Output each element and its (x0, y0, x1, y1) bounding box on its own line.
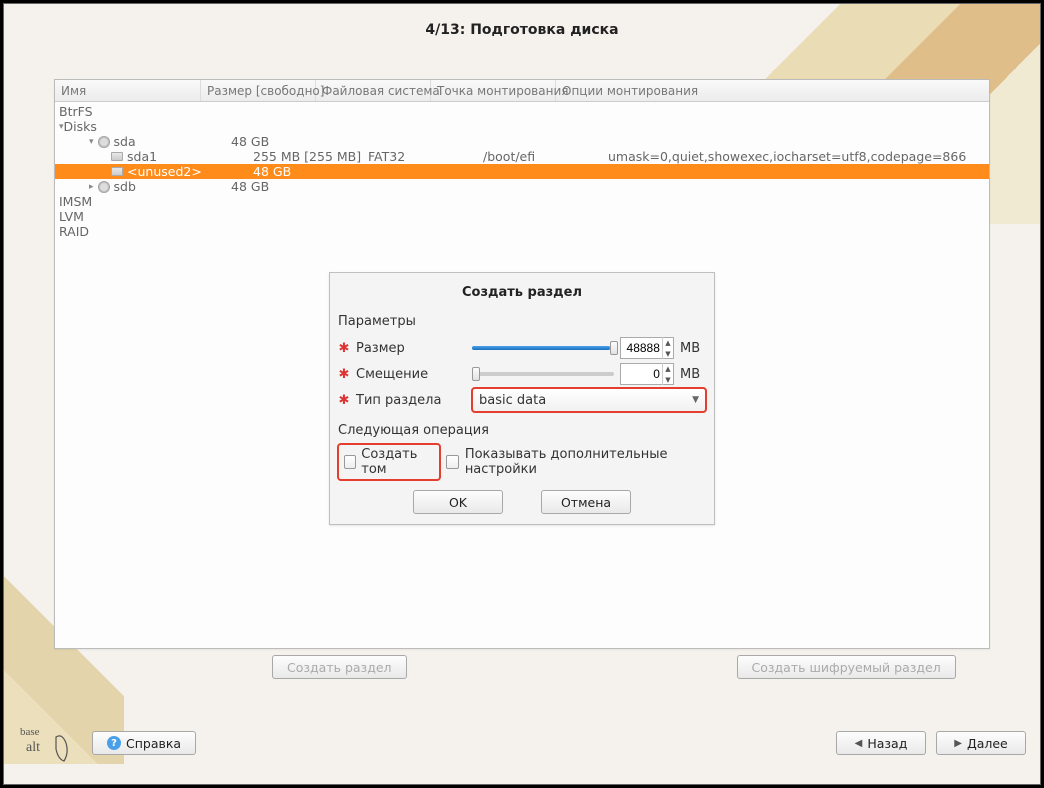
col-header-name[interactable]: Имя (55, 80, 201, 101)
disk-icon (98, 181, 110, 193)
help-button[interactable]: ? Справка (92, 731, 196, 755)
partition-icon (111, 152, 123, 161)
required-marker: ✱ (338, 341, 350, 356)
create-volume-label: Создать том (361, 447, 434, 477)
tree-row-raid[interactable]: RAID (55, 224, 989, 239)
tree-row-sdb[interactable]: ▸sdb 48 GB (55, 179, 989, 194)
tree-row-sda1[interactable]: sda1 255 MB [255 MB] FAT32 /boot/efi uma… (55, 149, 989, 164)
next-op-row: Создать том Показывать дополнительные на… (338, 444, 706, 480)
offset-input[interactable] (621, 367, 662, 381)
next-button[interactable]: ▶ Далее (936, 731, 1026, 755)
partition-icon (111, 167, 123, 176)
required-marker: ✱ (338, 367, 350, 382)
create-partition-button[interactable]: Создать раздел (272, 655, 407, 679)
chevron-left-icon: ◀ (855, 738, 863, 749)
tree-row-disks[interactable]: ▾ Disks (55, 119, 989, 134)
show-advanced-checkbox[interactable] (446, 455, 458, 469)
spin-down-icon[interactable]: ▼ (663, 374, 673, 385)
disk-tree: BtrFS ▾ Disks ▾sda 48 GB sda1 255 MB [25… (55, 102, 989, 239)
offset-spinbox[interactable]: ▲▼ (620, 363, 674, 385)
param-size-row: ✱ Размер ▲▼ MB (338, 335, 706, 361)
size-spinbox[interactable]: ▲▼ (620, 337, 674, 359)
offset-unit: MB (680, 367, 706, 382)
combo-value: basic data (479, 393, 546, 408)
col-header-size[interactable]: Размер [свободно] (201, 80, 316, 101)
offset-slider[interactable] (472, 372, 614, 376)
size-slider[interactable] (472, 346, 614, 350)
create-encrypted-partition-button[interactable]: Создать шифруемый раздел (737, 655, 956, 679)
create-partition-dialog: Создать раздел Параметры ✱ Размер ▲▼ MB (329, 272, 715, 525)
spin-up-icon[interactable]: ▲ (663, 337, 673, 348)
params-label: Параметры (338, 314, 706, 329)
bottom-action-bar: Создать раздел Создать шифруемый раздел (54, 655, 990, 679)
partition-type-combo[interactable]: basic data ▼ (472, 388, 706, 412)
type-label: Тип раздела (356, 393, 466, 408)
param-offset-row: ✱ Смещение ▲▼ MB (338, 361, 706, 387)
size-unit: MB (680, 341, 706, 356)
ok-button[interactable]: OK (413, 490, 503, 514)
expander-icon[interactable]: ▸ (89, 182, 94, 192)
next-operation-label: Следующая операция (338, 423, 706, 438)
param-type-row: ✱ Тип раздела basic data ▼ (338, 387, 706, 413)
tree-row-sda[interactable]: ▾sda 48 GB (55, 134, 989, 149)
tree-row-unused2[interactable]: <unused2> 48 GB (55, 164, 989, 179)
required-marker: ✱ (338, 393, 350, 408)
col-header-mount[interactable]: Точка монтирования (431, 80, 556, 101)
cancel-button[interactable]: Отмена (541, 490, 631, 514)
chevron-down-icon: ▼ (692, 395, 699, 405)
col-header-opts[interactable]: Опции монтирования (556, 80, 989, 101)
help-icon: ? (107, 736, 121, 750)
tree-row-btrfs[interactable]: BtrFS (55, 104, 989, 119)
back-button[interactable]: ◀ Назад (836, 731, 926, 755)
size-input[interactable] (621, 341, 662, 355)
basealt-logo: base alt (18, 721, 78, 765)
spin-up-icon[interactable]: ▲ (663, 363, 673, 374)
svg-text:base: base (20, 726, 40, 738)
offset-label: Смещение (356, 367, 466, 382)
disk-table-header: Имя Размер [свободно] Файловая система Т… (55, 80, 989, 102)
disk-icon (98, 136, 110, 148)
tree-row-lvm[interactable]: LVM (55, 209, 989, 224)
col-header-fs[interactable]: Файловая система (316, 80, 431, 101)
spin-down-icon[interactable]: ▼ (663, 348, 673, 359)
dialog-title: Создать раздел (338, 279, 706, 310)
expander-icon[interactable]: ▾ (89, 137, 94, 147)
footer: base alt ? Справка ◀ Назад ▶ Далее (18, 716, 1026, 770)
chevron-right-icon: ▶ (954, 738, 962, 749)
installer-window: 4/13: Подготовка диска Имя Размер [свобо… (3, 3, 1041, 785)
create-volume-checkbox[interactable] (344, 455, 356, 469)
disk-panel: Имя Размер [свободно] Файловая система Т… (54, 79, 990, 649)
show-advanced-label: Показывать дополнительные настройки (465, 447, 706, 477)
size-label: Размер (356, 341, 466, 356)
tree-row-imsm[interactable]: IMSM (55, 194, 989, 209)
svg-text:alt: alt (26, 740, 40, 755)
page-title: 4/13: Подготовка диска (4, 4, 1040, 60)
